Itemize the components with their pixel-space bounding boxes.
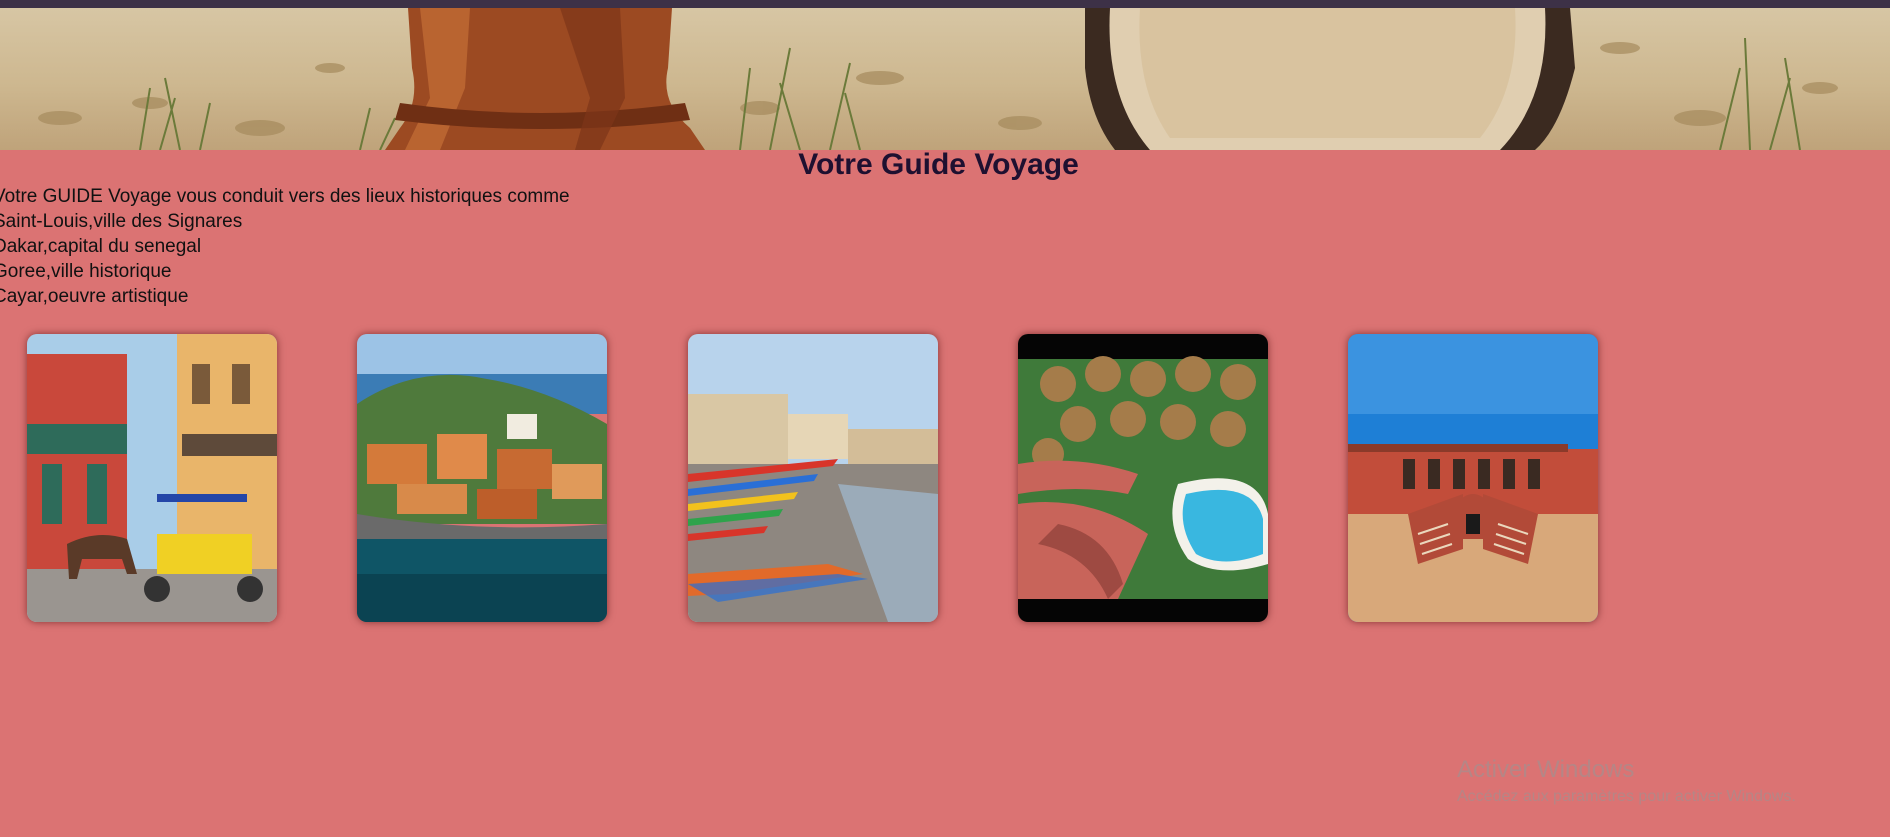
intro-list: Votre GUIDE Voyage vous conduit vers des…	[0, 184, 570, 309]
page-title: Votre Guide Voyage	[798, 148, 1079, 181]
intro-line: Goree,ville historique	[0, 261, 172, 282]
red-house-with-double-staircase-image[interactable]	[1348, 334, 1598, 622]
intro-line: Saint-Louis,ville des Signares	[0, 211, 243, 232]
intro-line: Votre GUIDE Voyage vous conduit vers des…	[0, 186, 570, 207]
watermark-title: Activer Windows	[1457, 756, 1635, 783]
os-activation-watermark: Activer Windows Accédez aux paramètres p…	[1457, 756, 1796, 806]
intro-line: Dakar,capital du senegal	[0, 236, 202, 257]
top-bar	[0, 0, 1890, 8]
intro-line: Cayar,oeuvre artistique	[0, 286, 189, 307]
island-town-by-the-sea-image[interactable]	[357, 334, 607, 622]
watermark-subtitle: Accédez aux paramètres pour activer Wind…	[1457, 788, 1796, 805]
banner-image	[0, 8, 1890, 150]
resort-with-pool-image[interactable]	[1018, 334, 1268, 622]
street-with-horse-cart-image[interactable]	[27, 334, 277, 622]
beach-with-fishing-boats-image[interactable]	[688, 334, 938, 622]
